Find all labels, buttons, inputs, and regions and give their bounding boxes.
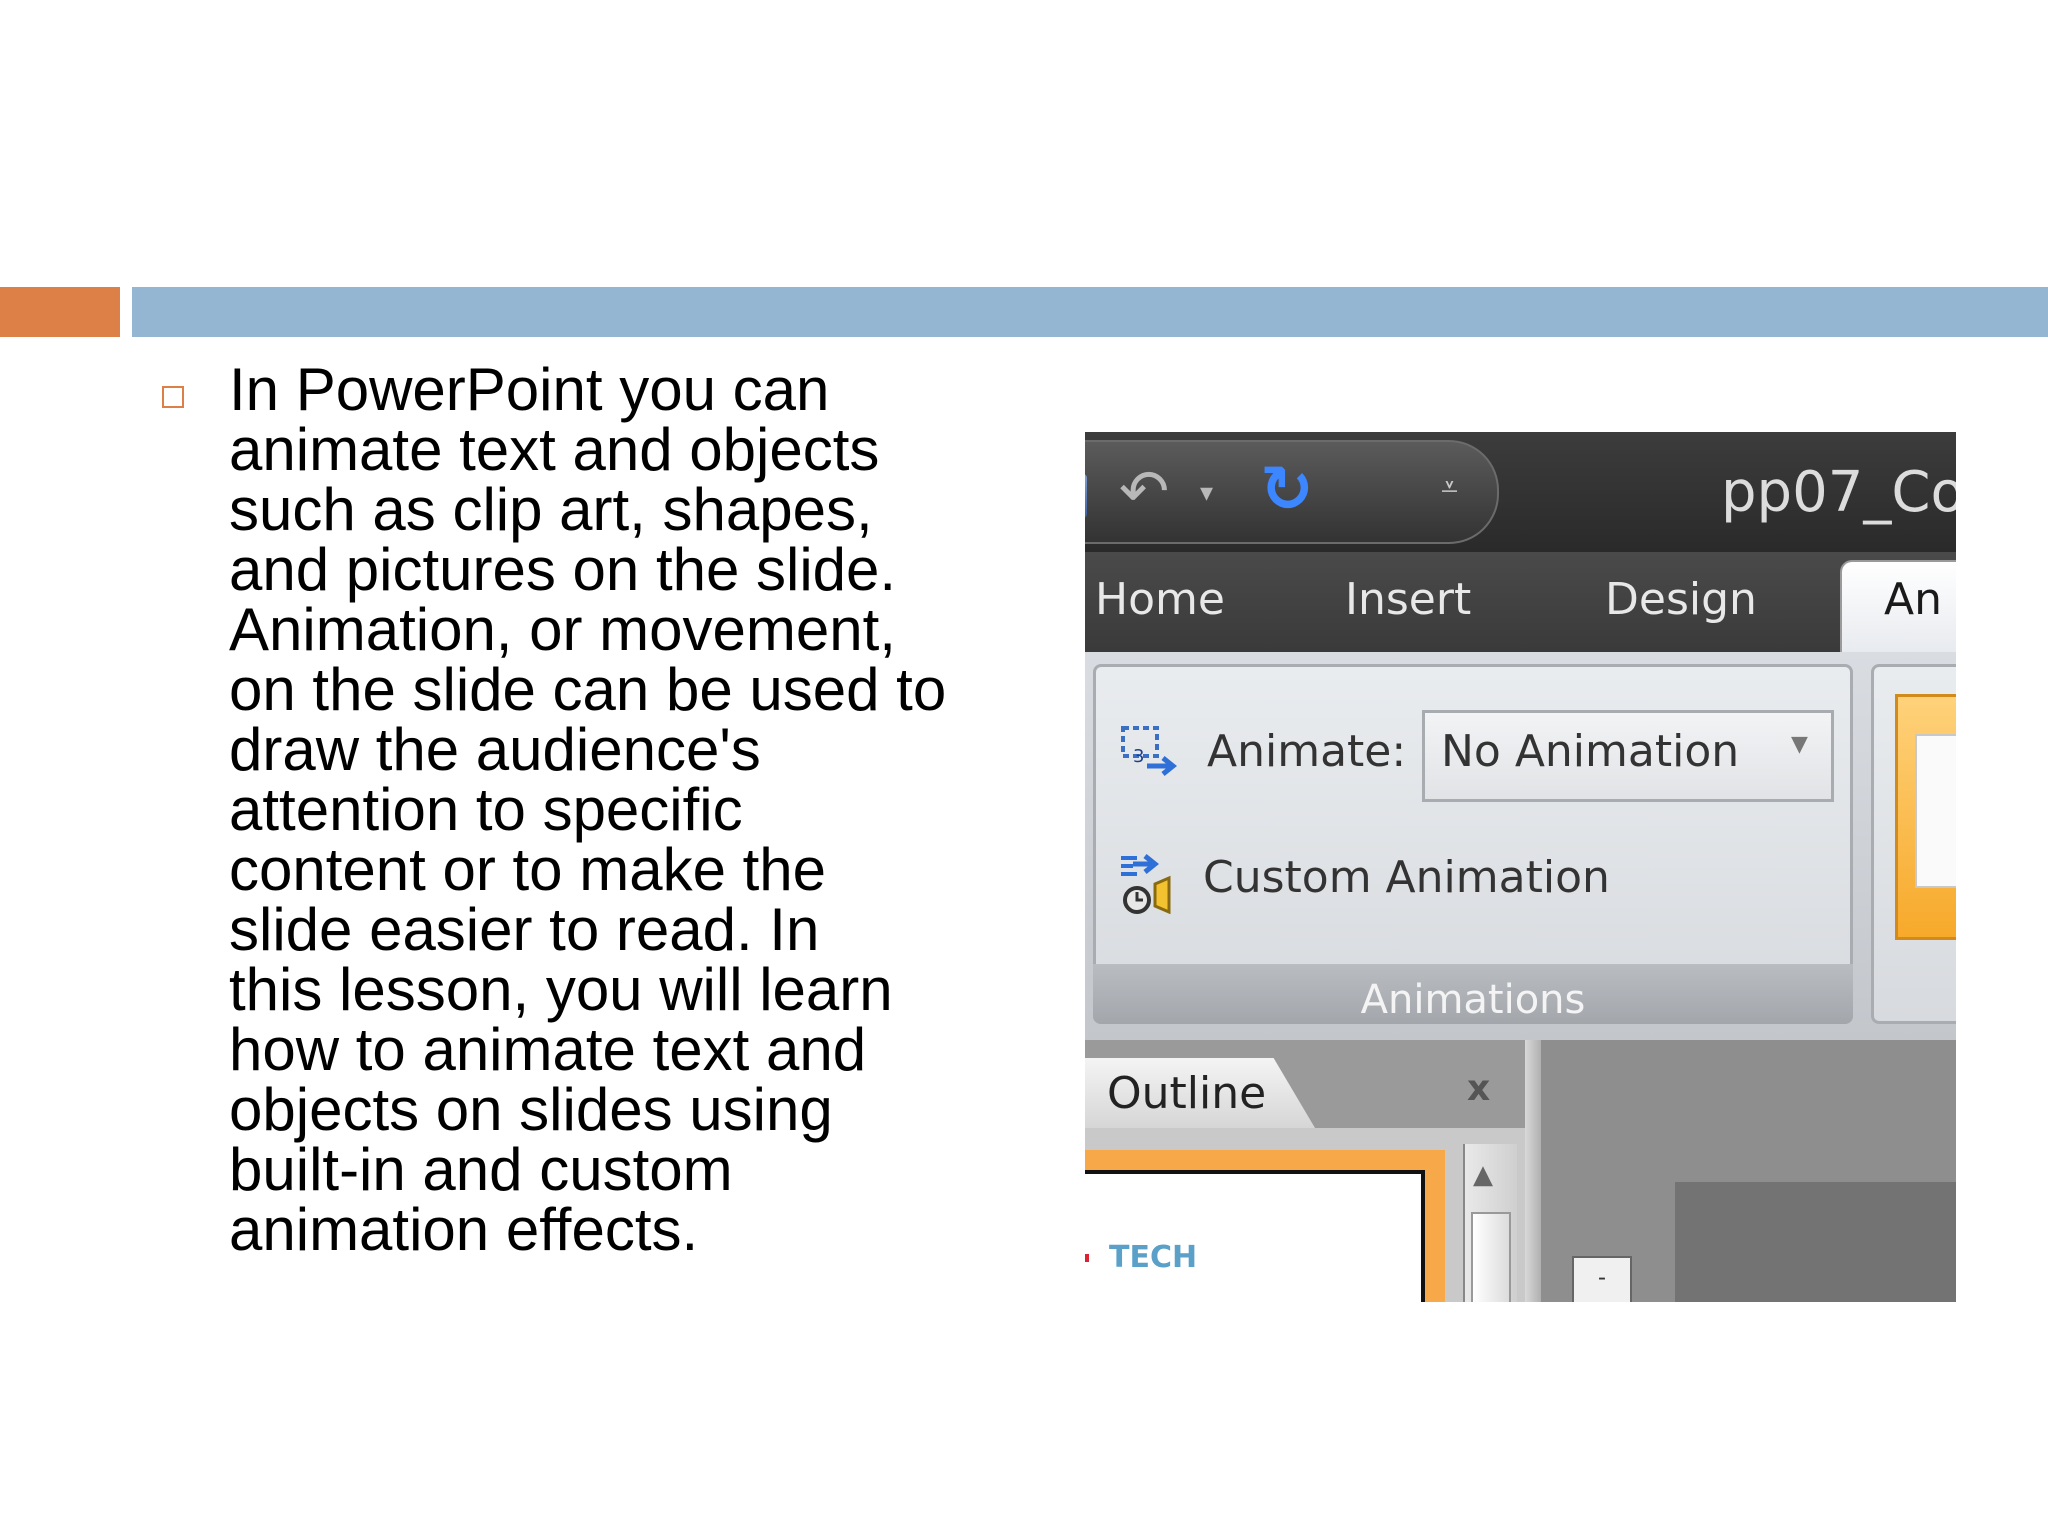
dropdown-arrow-icon[interactable]: ▼	[1791, 732, 1808, 757]
slide-thumbnail[interactable]	[1085, 1170, 1425, 1302]
tab-animations-label: An	[1884, 574, 1942, 625]
pane-divider[interactable]	[1525, 1040, 1541, 1302]
slide-body-text: In PowerPoint you can animate text and o…	[229, 356, 947, 1263]
tab-design[interactable]: Design	[1605, 574, 1757, 625]
outline-tab-label[interactable]: Outline	[1107, 1068, 1266, 1119]
close-icon[interactable]: x	[1467, 1068, 1490, 1109]
powerpoint-ribbon-screenshot: ↶ ▾ ↻ ⩡ pp07_Cor Home Insert Design An A…	[1085, 432, 1956, 1302]
svg-text:3: 3	[1133, 746, 1144, 767]
tab-animations[interactable]: An	[1840, 560, 1956, 658]
animations-group-label: Animations	[1360, 977, 1586, 1023]
animate-label: Animate:	[1207, 726, 1407, 777]
tab-insert[interactable]: Insert	[1345, 574, 1471, 625]
save-icon[interactable]	[1085, 474, 1087, 518]
thumbnail-marker	[1085, 1254, 1089, 1262]
collapse-button[interactable]: -	[1572, 1256, 1632, 1302]
scroll-up-icon[interactable]: ▲	[1473, 1160, 1493, 1190]
undo-icon[interactable]: ↶	[1119, 462, 1169, 522]
custom-animation-button[interactable]: Custom Animation	[1203, 852, 1610, 903]
slide-preview	[1675, 1182, 1956, 1302]
quick-access-toolbar: ↶ ▾ ↻	[1085, 440, 1499, 544]
header-accent-blue	[132, 287, 2048, 337]
redo-icon[interactable]: ↻	[1260, 458, 1314, 522]
bullet-square-icon	[162, 386, 184, 408]
qat-more-icon[interactable]: ⩡	[1441, 470, 1458, 505]
document-title: pp07_Cor	[1721, 460, 1956, 525]
animate-icon: 3	[1121, 726, 1178, 776]
header-accent-orange	[0, 287, 120, 337]
thumbnail-text: TECH	[1109, 1240, 1198, 1275]
custom-animation-icon[interactable]	[1119, 850, 1183, 914]
scrollbar-thumb[interactable]	[1471, 1212, 1511, 1302]
animate-dropdown-value[interactable]: No Animation	[1441, 726, 1739, 777]
undo-dropdown-icon[interactable]: ▾	[1200, 478, 1213, 508]
tab-home[interactable]: Home	[1095, 574, 1225, 625]
transition-thumbnail[interactable]	[1915, 734, 1956, 888]
